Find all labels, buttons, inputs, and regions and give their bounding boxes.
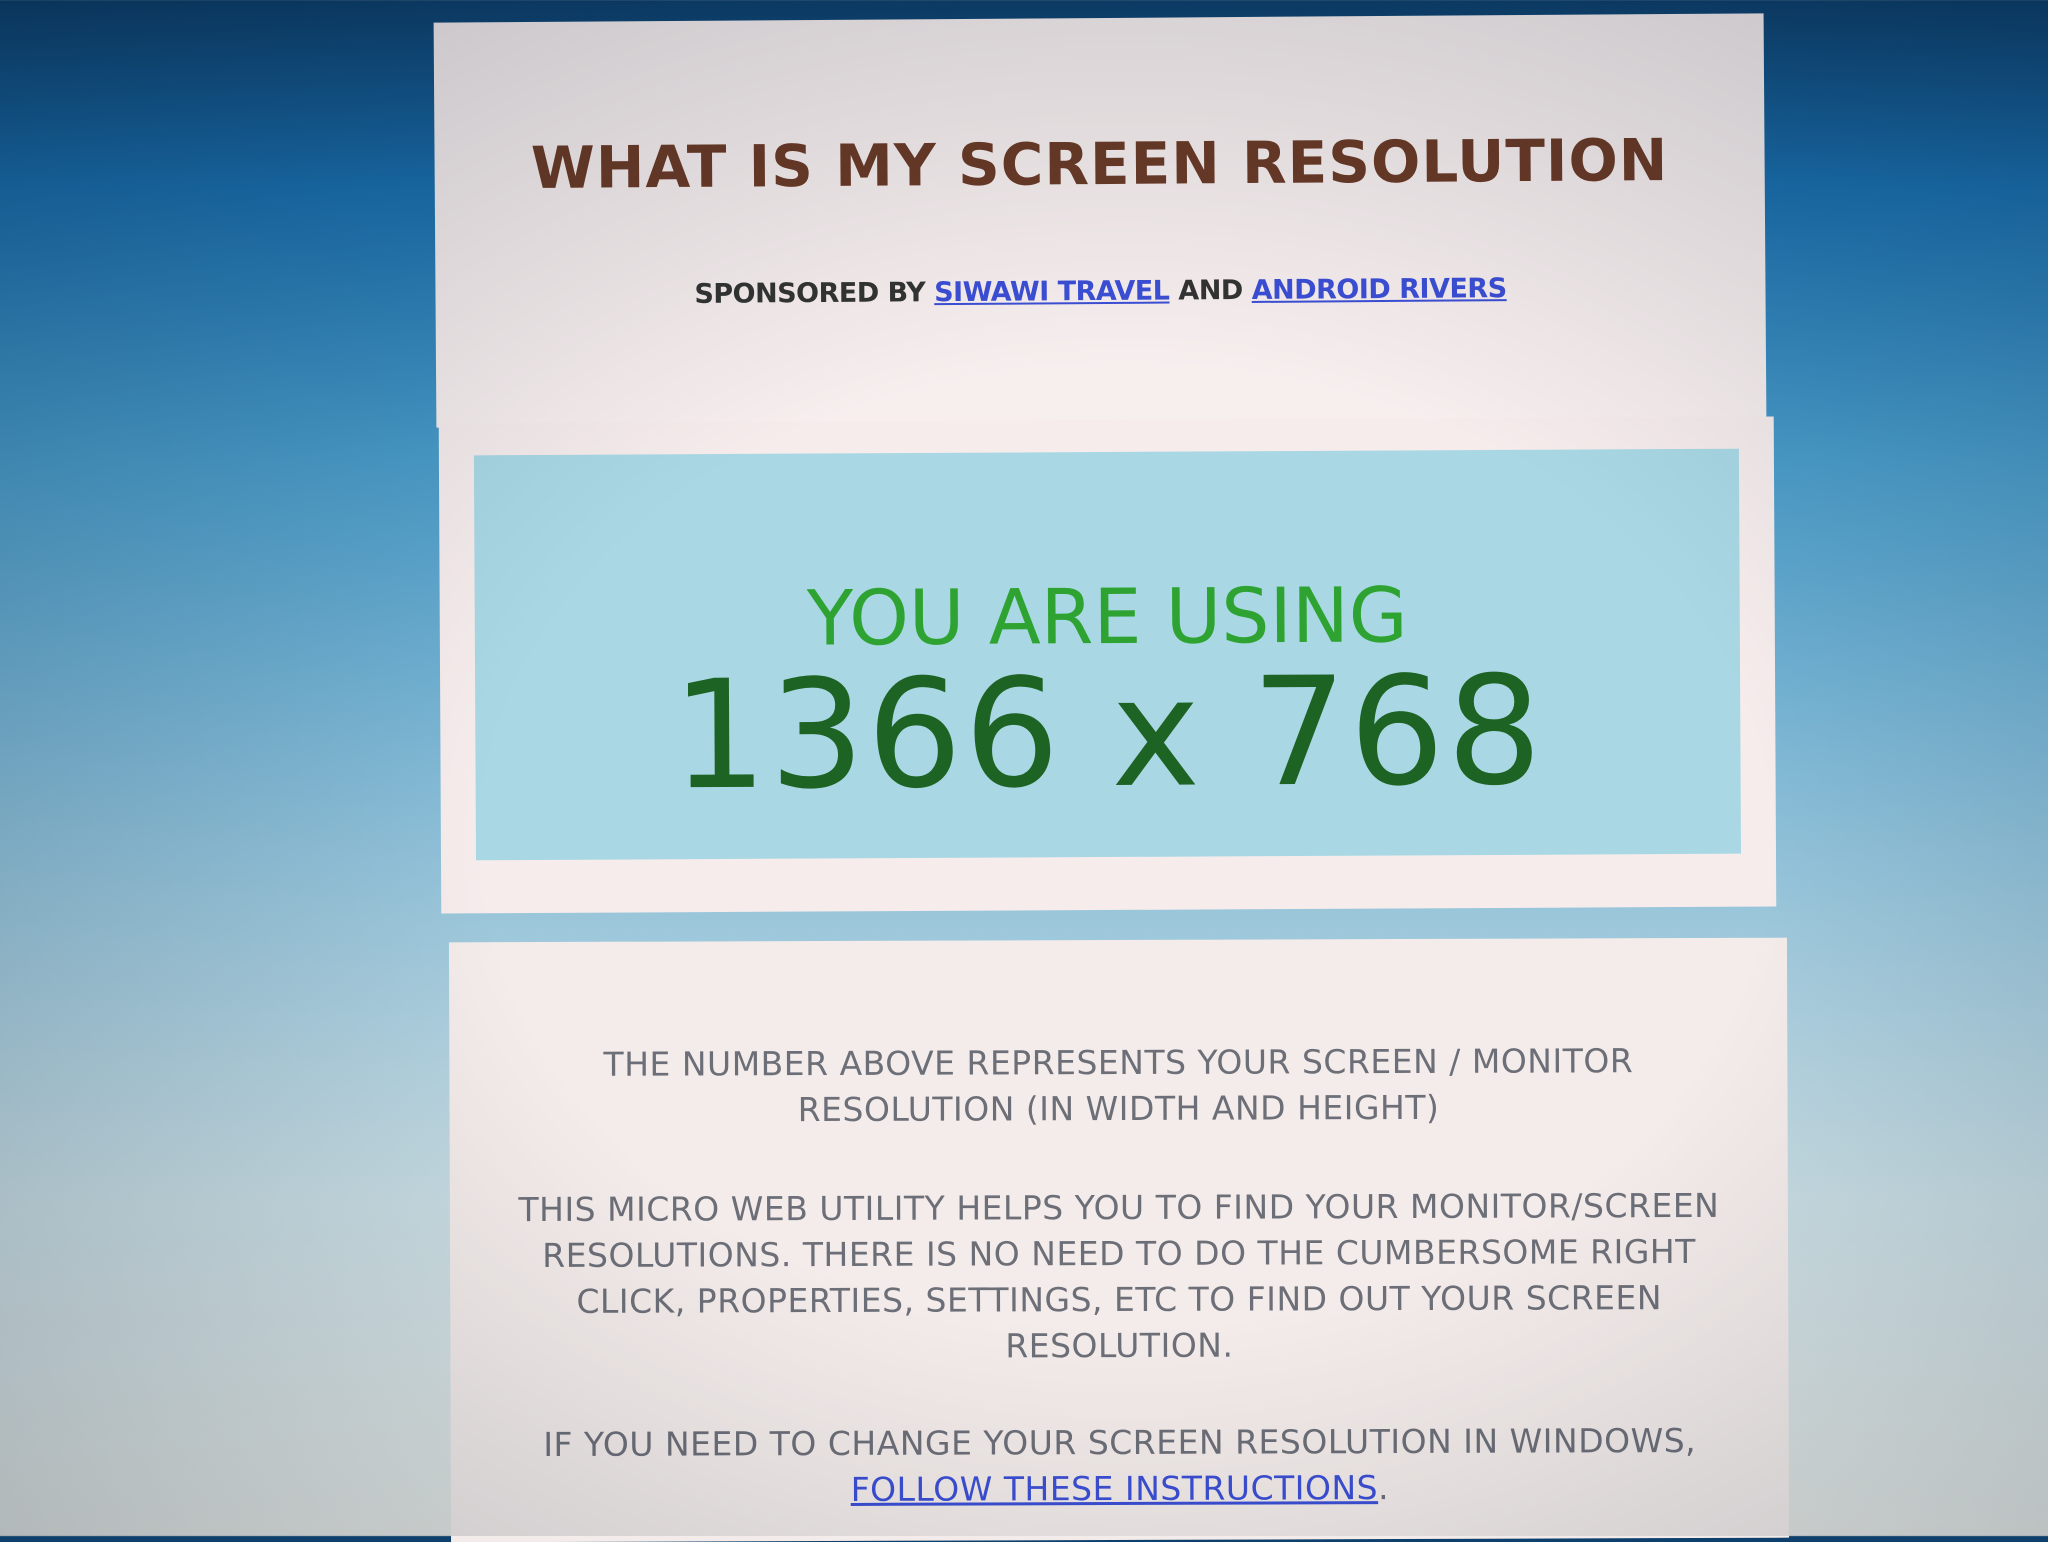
info-panel: THE NUMBER ABOVE REPRESENTS YOUR SCREEN … — [448, 937, 1790, 1542]
info-paragraph-3: IF YOU NEED TO CHANGE YOUR SCREEN RESOLU… — [511, 1418, 1729, 1514]
result-box: YOU ARE USING 1366 x 768 — [473, 448, 1741, 861]
info-paragraph-2: THIS MICRO WEB UTILITY HELPS YOU TO FIND… — [518, 1185, 1720, 1366]
resolution-value: 1366 x 768 — [671, 644, 1545, 824]
sponsor-line: SPONSORED BY SIWAWI TRAVEL AND ANDROID R… — [435, 271, 1765, 311]
sponsor-prefix: SPONSORED BY — [694, 277, 926, 310]
sponsor-and: AND — [1178, 275, 1243, 307]
info-paragraph-3-text: IF YOU NEED TO CHANGE YOUR SCREEN RESOLU… — [543, 1420, 1697, 1465]
siwawi-travel-link[interactable]: SIWAWI TRAVEL — [934, 276, 1170, 309]
page-title: WHAT IS MY SCREEN RESOLUTION — [530, 126, 1669, 202]
info-paragraph-3-suffix: . — [1378, 1468, 1390, 1508]
result-panel: YOU ARE USING 1366 x 768 — [438, 416, 1777, 914]
header-panel: WHAT IS MY SCREEN RESOLUTION SPONSORED B… — [433, 13, 1767, 428]
info-paragraph-1: THE NUMBER ABOVE REPRESENTS YOUR SCREEN … — [603, 1041, 1634, 1130]
android-rivers-link[interactable]: ANDROID RIVERS — [1252, 273, 1507, 306]
follow-instructions-link[interactable]: FOLLOW THESE INSTRUCTIONS — [851, 1468, 1379, 1509]
